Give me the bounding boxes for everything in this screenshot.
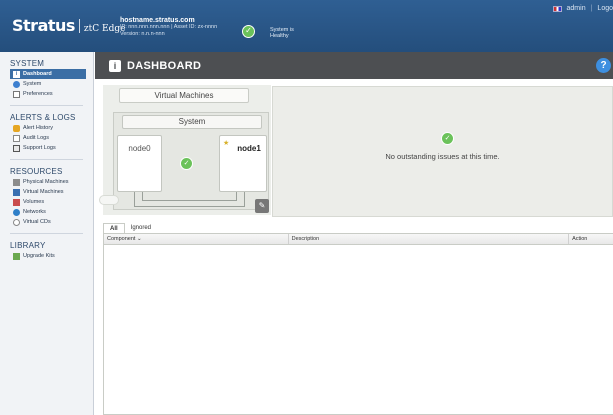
ip-asset-line: IP: nnn.nnn.nnn.nnn | Asset ID: zx-nnnn bbox=[120, 24, 218, 30]
volume-icon bbox=[13, 198, 20, 206]
network-icon bbox=[13, 208, 20, 216]
tab-all[interactable]: All bbox=[103, 223, 125, 233]
sidebar-item-label: Physical Machines bbox=[23, 179, 69, 185]
sidebar: SYSTEM i Dashboard System Preferences AL… bbox=[0, 52, 94, 415]
status-panel: ✓ No outstanding issues at this time. bbox=[272, 86, 613, 217]
virtual-machine-icon bbox=[13, 188, 20, 196]
sidebar-item-label: Audit Logs bbox=[23, 135, 49, 141]
sidebar-item-support-logs[interactable]: Support Logs bbox=[10, 143, 93, 153]
check-icon: ✓ bbox=[242, 25, 255, 38]
language-flag-icon[interactable] bbox=[552, 5, 562, 12]
sidebar-item-preferences[interactable]: Preferences bbox=[10, 89, 93, 99]
alert-tabs: All Ignored bbox=[103, 223, 157, 233]
connection-line bbox=[236, 192, 237, 200]
health-line-2: Healthy bbox=[270, 33, 289, 39]
grid-header: Component ⌄ Description Action bbox=[104, 234, 613, 245]
connection-line bbox=[142, 192, 143, 200]
sidebar-item-dashboard[interactable]: i Dashboard bbox=[10, 69, 86, 79]
connection-line bbox=[244, 192, 245, 206]
sidebar-item-label: Upgrade Kits bbox=[23, 253, 55, 259]
sidebar-item-label: System bbox=[23, 81, 42, 87]
sidebar-item-label: Networks bbox=[23, 209, 46, 215]
user-menu[interactable]: admin bbox=[567, 5, 586, 12]
dashboard-header: i DASHBOARD bbox=[95, 52, 613, 79]
logout-link[interactable]: Logo bbox=[597, 5, 613, 12]
system-health-status: System is Healthy bbox=[270, 27, 294, 39]
tab-ignored[interactable]: Ignored bbox=[125, 223, 157, 233]
upgrade-kit-icon bbox=[13, 252, 20, 260]
sidebar-item-audit-logs[interactable]: Audit Logs bbox=[10, 133, 93, 143]
section-title-system: SYSTEM bbox=[10, 59, 45, 68]
globe-icon bbox=[13, 80, 20, 88]
cd-icon bbox=[13, 218, 20, 226]
user-separator: | bbox=[590, 5, 593, 12]
sidebar-divider bbox=[10, 159, 83, 160]
check-icon: ✓ bbox=[441, 132, 454, 145]
section-title-library: LIBRARY bbox=[10, 241, 46, 250]
version-line: Version: n.n.n-nnn bbox=[120, 31, 165, 37]
system-topology: Virtual Machines System node0 ★ node1 ✓ … bbox=[99, 85, 271, 215]
preferences-icon bbox=[13, 90, 20, 98]
section-title-resources: RESOURCES bbox=[10, 167, 63, 176]
system-box: System node0 ★ node1 ✓ bbox=[113, 112, 269, 210]
stratus-logo: Stratus ztC Edge bbox=[12, 16, 125, 35]
dashboard-info-icon: i bbox=[109, 59, 121, 72]
column-description[interactable]: Description bbox=[289, 234, 570, 244]
sidebar-item-label: Preferences bbox=[23, 91, 53, 97]
host-info: hostname.stratus.com IP: nnn.nnn.nnn.nnn… bbox=[120, 17, 217, 38]
sidebar-item-upgrade-kits[interactable]: Upgrade Kits bbox=[10, 251, 93, 261]
logo-main-text: Stratus bbox=[12, 16, 75, 35]
document-icon bbox=[13, 134, 20, 142]
sidebar-item-label: Virtual CDs bbox=[23, 219, 51, 225]
top-header: Stratus ztC Edge hostname.stratus.com IP… bbox=[0, 0, 613, 52]
sidebar-item-volumes[interactable]: Volumes bbox=[10, 197, 93, 207]
page-title: DASHBOARD bbox=[127, 59, 202, 72]
sidebar-item-label: Volumes bbox=[23, 199, 45, 205]
dashboard-icon: i bbox=[13, 70, 20, 78]
sidebar-item-networks[interactable]: Networks bbox=[10, 207, 93, 217]
sidebar-divider bbox=[10, 105, 83, 106]
system-label[interactable]: System bbox=[122, 115, 262, 129]
sidebar-item-physical-machines[interactable]: Physical Machines bbox=[10, 177, 93, 187]
node0-box[interactable]: node0 bbox=[117, 135, 162, 192]
column-action[interactable]: Action bbox=[569, 234, 613, 244]
node1-box[interactable]: ★ node1 bbox=[219, 135, 267, 192]
sidebar-item-label: Dashboard bbox=[23, 71, 52, 77]
main-content: i DASHBOARD ? Virtual Machines System no… bbox=[95, 52, 613, 415]
sidebar-item-alert-history[interactable]: Alert History bbox=[10, 123, 93, 133]
virtual-machines-label[interactable]: Virtual Machines bbox=[119, 88, 249, 103]
server-icon bbox=[13, 178, 20, 186]
section-title-alerts: ALERTS & LOGS bbox=[10, 113, 76, 122]
node1-label: node1 bbox=[237, 144, 261, 153]
hostname: hostname.stratus.com bbox=[120, 17, 195, 24]
alerts-grid: Component ⌄ Description Action bbox=[103, 233, 613, 415]
connection-line bbox=[134, 192, 135, 206]
alert-bell-icon bbox=[13, 124, 20, 132]
connection-line bbox=[142, 200, 237, 201]
logo-divider bbox=[78, 18, 80, 33]
wrench-icon[interactable]: ✎ bbox=[255, 199, 269, 213]
connection-line bbox=[134, 206, 245, 207]
user-bar: admin | Logo bbox=[552, 5, 613, 12]
status-message: No outstanding issues at this time. bbox=[385, 152, 500, 161]
sidebar-item-label: Alert History bbox=[23, 125, 53, 131]
sidebar-item-label: Support Logs bbox=[23, 145, 56, 151]
network-cloud-icon bbox=[99, 195, 119, 205]
sidebar-item-virtual-machines[interactable]: Virtual Machines bbox=[10, 187, 93, 197]
sidebar-item-label: Virtual Machines bbox=[23, 189, 64, 195]
column-component[interactable]: Component ⌄ bbox=[104, 234, 289, 244]
node0-label: node0 bbox=[128, 144, 151, 153]
sidebar-item-virtual-cds[interactable]: Virtual CDs bbox=[10, 217, 93, 227]
help-icon[interactable]: ? bbox=[596, 58, 611, 73]
check-icon: ✓ bbox=[180, 157, 193, 170]
sidebar-item-system[interactable]: System bbox=[10, 79, 93, 89]
support-log-icon bbox=[13, 144, 20, 152]
sidebar-divider bbox=[10, 233, 83, 234]
